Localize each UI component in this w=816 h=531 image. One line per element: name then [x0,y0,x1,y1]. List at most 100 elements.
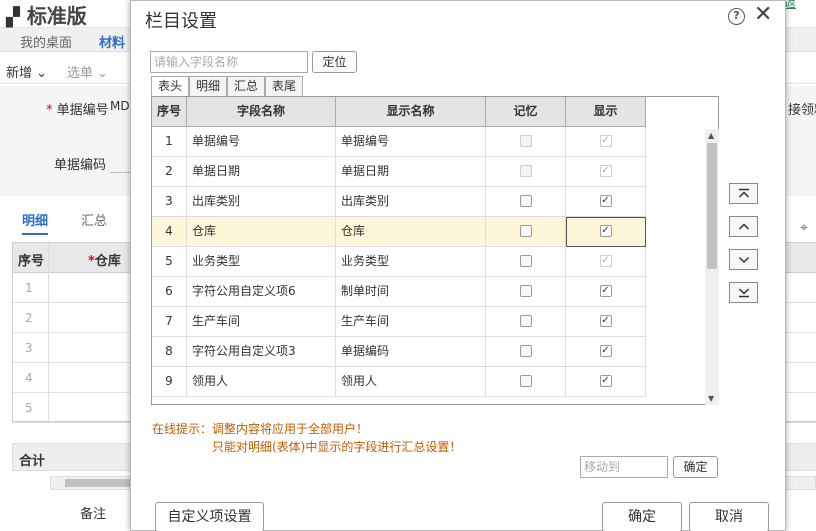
show-checkbox[interactable]: ✓ [599,314,612,327]
new-button[interactable]: 新增 ⌄ [6,62,47,81]
col-memory: 记忆 [486,97,566,127]
online-hint: 在线提示：调整内容将应用于全部用户！ [152,422,369,436]
cell-display-name[interactable]: 单据编号 [336,127,486,157]
close-icon[interactable]: ✕ [754,3,772,27]
memory-checkbox[interactable] [519,314,532,327]
memory-checkbox[interactable] [519,224,532,237]
scroll-up-icon[interactable]: ▲ [708,131,714,140]
locate-button[interactable]: 定位 [312,51,357,73]
memory-checkbox[interactable] [519,374,532,387]
field-search-input[interactable] [150,51,308,73]
cell-memory [486,367,566,397]
cell-show: ✓ [566,337,646,367]
cell-no: 8 [152,337,187,367]
subtab-detail[interactable]: 明细 [22,210,49,235]
table-row[interactable]: 5 业务类型 业务类型 ✓ [152,247,646,277]
help-icon[interactable]: ? [728,8,745,25]
move-top-button[interactable] [729,183,758,204]
chevron-down-icon: ⌄ [36,66,48,81]
tab-header[interactable]: 表头 [151,76,189,97]
show-checkbox[interactable]: ✓ [599,194,612,207]
cell-display-name[interactable]: 仓库 [336,217,486,247]
cell-memory [486,217,566,247]
cell-memory [486,337,566,367]
memory-checkbox[interactable] [519,194,532,207]
cell-display-name[interactable]: 业务类型 [336,247,486,277]
tab-footer[interactable]: 表尾 [265,76,303,96]
cell-field-name: 单据编号 [187,127,336,157]
custom-fields-button[interactable]: 自定义项设置 [155,502,264,531]
grid-col-no: 序号 [18,254,45,269]
scroll-thumb[interactable] [707,143,717,269]
table-row[interactable]: 4 仓库 仓库 ✓ [152,217,646,247]
col-show: 显示 [566,97,646,127]
cell-no: 3 [152,187,187,217]
memory-checkbox[interactable] [519,284,532,297]
cell-memory [486,277,566,307]
vertical-scrollbar[interactable]: ▲ ▼ [705,129,719,405]
move-bottom-icon [738,288,749,298]
table-row[interactable]: 9 领用人 领用人 ✓ [152,367,646,397]
cell-display-name[interactable]: 单据日期 [336,157,486,187]
cell-memory [486,157,566,187]
tab-material[interactable]: 材料 [99,32,125,51]
cancel-button[interactable]: 取消 [689,502,769,531]
dialog-title: 栏目设置 [145,11,217,32]
move-down-button[interactable] [729,249,758,270]
tab-my-desktop[interactable]: 我的桌面 [20,32,72,51]
cell-no: 9 [152,367,187,397]
show-checkbox[interactable]: ✓ [599,374,612,387]
cell-no: 6 [152,277,187,307]
table-row[interactable]: 3 出库类别 出库类别 ✓ [152,187,646,217]
select-button[interactable]: 选单 ⌄ [67,62,108,81]
tab-detail[interactable]: 明细 [189,76,227,96]
table-row[interactable]: 7 生产车间 生产车间 ✓ [152,307,646,337]
table-row[interactable]: 1 单据编号 单据编号 ✓ [152,127,646,157]
memory-checkbox[interactable] [519,344,532,357]
show-checkbox[interactable]: ✓ [599,344,612,357]
cell-show: ✓ [566,127,646,157]
cell-memory [486,127,566,157]
cell-field-name: 字符公用自定义项3 [187,337,336,367]
subtab-summary[interactable]: 汇总 [81,210,107,229]
cell-display-name[interactable]: 生产车间 [336,307,486,337]
show-checkbox: ✓ [599,164,612,177]
cell-field-name: 生产车间 [187,307,336,337]
cell-display-name[interactable]: 制单时间 [336,277,486,307]
logo-icon: ▞ [6,7,20,28]
cell-no: 5 [152,247,187,277]
cell-show: ✓ [566,187,646,217]
cell-no: 7 [152,307,187,337]
doc-code-field[interactable] [110,172,130,173]
table-row[interactable]: 2 单据日期 单据日期 ✓ [152,157,646,187]
move-up-button[interactable] [729,216,758,237]
cell-field-name: 出库类别 [187,187,336,217]
cell-no: 1 [152,127,187,157]
show-checkbox[interactable]: ✓ [599,284,612,297]
move-confirm-button[interactable]: 确定 [673,456,718,478]
table-row[interactable]: 6 字符公用自定义项6 制单时间 ✓ [152,277,646,307]
cell-show: ✓ [566,307,646,337]
field-table: 序号 字段名称 显示名称 记忆 显示 1 单据编号 单据编号 ✓ 2 单据日期 单据日期 ✓ 3… [151,96,719,405]
cell-display-name[interactable]: 单据编码 [336,337,486,367]
move-down-icon [738,256,749,264]
tab-summary[interactable]: 汇总 [227,76,265,96]
cell-field-name: 字符公用自定义项6 [187,277,336,307]
cell-show: ✓ [566,157,646,187]
cell-show: ✓ [566,247,646,277]
pin-icon[interactable]: ⌖ [800,220,808,236]
doc-no-label: * 单据编号 [46,103,109,118]
cell-no: 2 [152,157,187,187]
memory-checkbox[interactable] [519,254,532,267]
cell-display-name[interactable]: 领用人 [336,367,486,397]
cell-field-name: 仓库 [187,217,336,247]
scroll-down-icon[interactable]: ▼ [708,394,714,403]
cell-show: ✓ [566,277,646,307]
table-row[interactable]: 8 字符公用自定义项3 单据编码 ✓ [152,337,646,367]
move-to-input[interactable] [580,456,668,478]
cell-show: ✓ [566,367,646,397]
ok-button[interactable]: 确定 [602,502,682,531]
show-checkbox[interactable]: ✓ [599,224,612,237]
move-bottom-button[interactable] [729,282,758,303]
cell-display-name[interactable]: 出库类别 [336,187,486,217]
